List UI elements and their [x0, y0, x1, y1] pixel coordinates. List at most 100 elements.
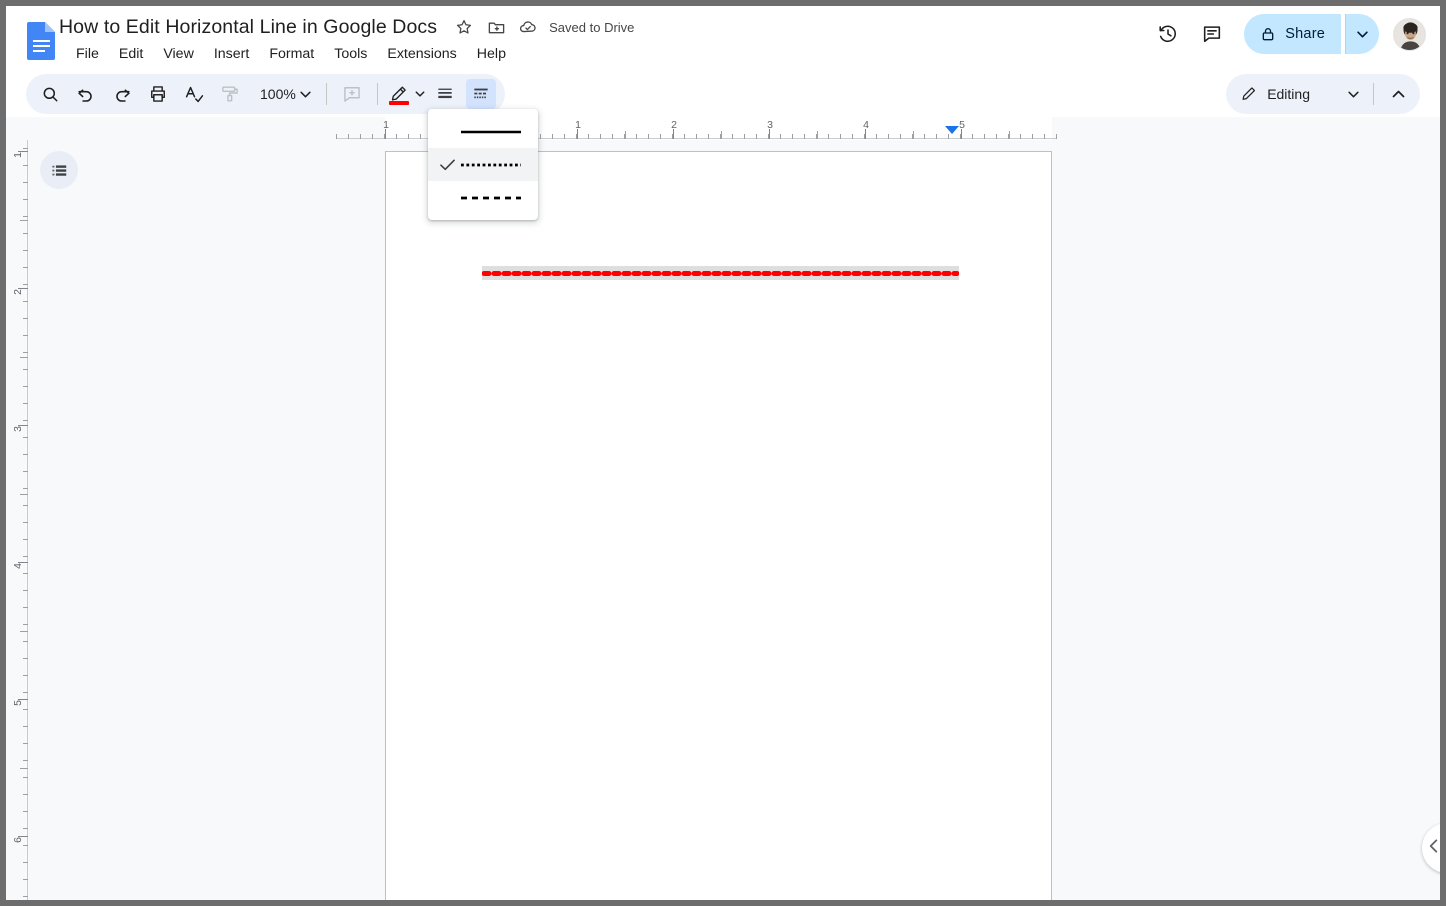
vruler-tick-minor	[23, 896, 28, 897]
menu-tools[interactable]: Tools	[324, 44, 377, 64]
search-icon[interactable]	[35, 79, 65, 109]
app-header: How to Edit Horizontal Line in Google Do…	[6, 6, 1440, 71]
ruler-tick-minor	[888, 134, 889, 139]
ruler-tick-minor	[876, 134, 877, 139]
pencil-icon	[1240, 86, 1257, 103]
ruler-tick-minor	[780, 134, 781, 139]
hide-menus-button[interactable]	[1383, 79, 1413, 109]
spelling-check-icon[interactable]	[179, 79, 209, 109]
chevron-down-icon	[1357, 25, 1368, 43]
vruler-tick-minor	[23, 284, 28, 285]
document-outline-icon[interactable]	[40, 151, 78, 189]
vruler-tick-minor	[23, 471, 28, 472]
share-dropdown-caret[interactable]	[1345, 14, 1379, 54]
vruler-tick-minor	[23, 845, 28, 846]
horizontal-ruler[interactable]: 1 1 2 3 4 5	[6, 117, 1440, 140]
ruler-tick-minor	[792, 134, 793, 139]
ruler-tick-minor	[588, 134, 589, 139]
star-icon[interactable]	[451, 14, 477, 40]
document-page[interactable]	[385, 151, 1052, 900]
move-to-folder-icon[interactable]	[483, 14, 509, 40]
border-dash-option-dotted[interactable]	[428, 148, 538, 181]
ruler-tick-minor	[756, 134, 757, 139]
left-indent-marker[interactable]	[945, 126, 959, 134]
vruler-tick-minor	[23, 488, 28, 489]
vruler-tick-minor	[23, 199, 28, 200]
menu-file[interactable]: File	[66, 44, 109, 64]
vruler-tick-minor	[23, 216, 28, 217]
document-title[interactable]: How to Edit Horizontal Line in Google Do…	[59, 16, 451, 39]
google-docs-logo[interactable]	[24, 20, 60, 60]
ruler-tick-minor	[924, 134, 925, 139]
ruler-tick-half	[625, 131, 626, 139]
mode-divider	[1373, 83, 1374, 105]
chevron-down-icon	[415, 91, 425, 97]
editing-mode-button[interactable]: Editing	[1230, 78, 1367, 110]
border-dash-option-solid[interactable]	[428, 115, 538, 148]
vruler-tick-minor	[23, 301, 28, 302]
ruler-tick-minor	[708, 134, 709, 139]
menu-help[interactable]: Help	[467, 44, 516, 64]
share-label: Share	[1285, 26, 1325, 42]
add-comment-icon[interactable]	[337, 79, 367, 109]
ruler-tick-minor	[600, 134, 601, 139]
border-dash-menu	[428, 109, 538, 220]
vruler-tick-minor	[23, 760, 28, 761]
ruler-tick-half	[913, 131, 914, 139]
border-color-swatch	[388, 101, 409, 105]
undo-icon[interactable]	[71, 79, 101, 109]
lock-icon	[1260, 26, 1276, 42]
ruler-tick-minor	[1044, 134, 1045, 139]
document-canvas	[29, 140, 1440, 900]
chevron-down-icon	[1348, 91, 1359, 98]
version-history-icon[interactable]	[1148, 14, 1188, 54]
zoom-value: 100%	[260, 86, 296, 102]
border-weight-icon[interactable]	[430, 79, 460, 109]
collapse-panel-button[interactable]	[1422, 823, 1440, 873]
checkmark-icon	[434, 159, 460, 171]
vruler-tick-minor	[23, 692, 28, 693]
editing-mode-label: Editing	[1267, 86, 1310, 102]
vertical-ruler[interactable]: 1 2 3 4 5 6	[6, 140, 29, 900]
vruler-tick-minor	[23, 250, 28, 251]
ruler-number: 4	[863, 119, 869, 131]
menu-insert[interactable]: Insert	[204, 44, 259, 64]
vruler-tick-half	[20, 493, 28, 495]
chevron-up-icon	[1392, 85, 1405, 103]
vruler-tick-minor	[23, 420, 28, 421]
print-icon[interactable]	[143, 79, 173, 109]
ruler-tick-minor	[636, 134, 637, 139]
ruler-tick-minor	[684, 134, 685, 139]
menu-extensions[interactable]: Extensions	[377, 44, 466, 64]
redo-icon[interactable]	[107, 79, 137, 109]
horizontal-rule[interactable]	[482, 266, 959, 280]
vruler-tick-minor	[23, 641, 28, 642]
border-dash-icon[interactable]	[465, 79, 496, 109]
ruler-number: 1	[575, 119, 581, 131]
ruler-tick-minor	[828, 134, 829, 139]
menu-view[interactable]: View	[153, 44, 204, 64]
zoom-selector[interactable]: 100%	[250, 79, 317, 109]
comments-icon[interactable]	[1192, 14, 1232, 54]
ruler-tick-minor	[660, 134, 661, 139]
ruler-tick-minor	[564, 134, 565, 139]
ruler-tick-minor	[396, 134, 397, 139]
border-color-button[interactable]	[385, 79, 427, 109]
menu-edit[interactable]: Edit	[109, 44, 153, 64]
ruler-tick-half	[817, 131, 818, 139]
vruler-tick-minor	[23, 879, 28, 880]
vruler-tick-half	[20, 630, 28, 632]
cloud-saved-icon[interactable]	[515, 14, 541, 40]
toolbar-divider	[325, 83, 327, 105]
vruler-tick-minor	[23, 709, 28, 710]
user-avatar[interactable]	[1393, 17, 1426, 51]
vruler-tick-minor	[23, 539, 28, 540]
ruler-tick-minor	[984, 134, 985, 139]
border-dash-option-dashed[interactable]	[428, 181, 538, 214]
menu-format[interactable]: Format	[259, 44, 324, 64]
paint-format-icon[interactable]	[215, 79, 245, 109]
share-button[interactable]: Share	[1244, 14, 1341, 54]
ruler-tick-minor	[336, 134, 337, 139]
ruler-tick-minor	[936, 134, 937, 139]
ruler-tick-minor	[696, 134, 697, 139]
